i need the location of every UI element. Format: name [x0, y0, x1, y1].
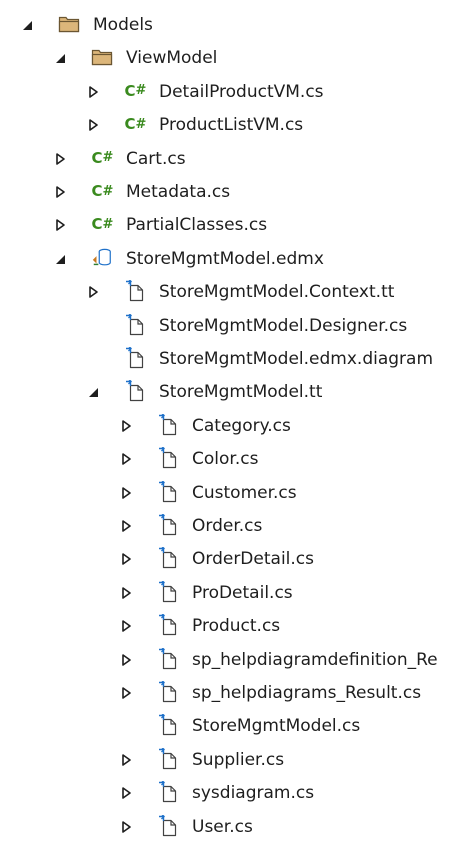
- collapsed-chevron-icon[interactable]: [119, 452, 133, 466]
- tree-item-label: Product.cs: [192, 616, 281, 637]
- tree-item[interactable]: Category.cs: [0, 409, 469, 442]
- tree-item-label: StoreMgmtModel.tt: [159, 382, 323, 403]
- solution-explorer-tree: Models ViewModel C # DetailProductVM.cs C # Pro…: [0, 0, 469, 844]
- tree-item-label: Cart.cs: [126, 148, 186, 169]
- collapsed-chevron-icon[interactable]: [86, 285, 100, 299]
- tree-item[interactable]: ProDetail.cs: [0, 576, 469, 609]
- tree-item[interactable]: StoreMgmtModel.edmx: [0, 242, 469, 275]
- csharp-file-icon: C #: [91, 182, 114, 200]
- tree-item-label: Category.cs: [192, 415, 291, 436]
- generated-file-icon: [157, 580, 179, 602]
- collapsed-chevron-icon[interactable]: [53, 152, 67, 166]
- expanded-chevron-icon[interactable]: [53, 51, 67, 65]
- tree-item[interactable]: Supplier.cs: [0, 743, 469, 776]
- tree-item[interactable]: sp_helpdiagrams_Result.cs: [0, 676, 469, 709]
- tree-item[interactable]: C # DetailProductVM.cs: [0, 75, 469, 108]
- generated-file-icon: [124, 280, 146, 302]
- tree-item-label: ViewModel: [126, 48, 218, 69]
- tree-item[interactable]: sp_helpdiagramdefinition_Re: [0, 643, 469, 676]
- csharp-file-icon: C #: [124, 81, 147, 100]
- collapsed-chevron-icon[interactable]: [53, 185, 67, 199]
- tree-item-label: PartialClasses.cs: [126, 215, 268, 236]
- edmx-database-icon: [91, 248, 113, 268]
- collapsed-chevron-icon[interactable]: [119, 486, 133, 500]
- collapsed-chevron-icon[interactable]: [119, 653, 133, 667]
- tree-item-label: Customer.cs: [192, 482, 297, 503]
- generated-file-icon: [157, 747, 179, 769]
- tree-item-label: Metadata.cs: [126, 182, 231, 202]
- expanded-chevron-icon[interactable]: [20, 18, 34, 32]
- tree-item[interactable]: Color.cs: [0, 442, 469, 475]
- tree-item-label: StoreMgmtModel.edmx.diagram: [159, 349, 434, 369]
- csharp-file-icon: C #: [91, 148, 114, 167]
- collapsed-chevron-icon[interactable]: [119, 753, 133, 767]
- tree-item[interactable]: Product.cs: [0, 609, 469, 642]
- tree-item[interactable]: StoreMgmtModel.tt: [0, 375, 469, 408]
- tree-item-label: sysdiagram.cs: [192, 783, 315, 804]
- tree-item-label: StoreMgmtModel.cs: [192, 716, 361, 737]
- tree-item-label: ProDetail.cs: [192, 582, 293, 603]
- collapsed-chevron-icon[interactable]: [119, 552, 133, 566]
- csharp-file-icon: C #: [91, 215, 114, 234]
- generated-file-icon: [157, 514, 179, 536]
- tree-item[interactable]: C # PartialClasses.cs: [0, 208, 469, 241]
- tree-item-label: StoreMgmtModel.edmx: [126, 248, 324, 269]
- generated-file-icon: [157, 647, 179, 669]
- collapsed-chevron-icon[interactable]: [86, 85, 100, 99]
- tree-item[interactable]: C # Metadata.cs: [0, 175, 469, 208]
- tree-item[interactable]: ViewModel: [0, 41, 469, 74]
- generated-file-icon: [157, 447, 179, 469]
- generated-file-icon: [157, 413, 179, 435]
- tree-item[interactable]: C # ProductListVM.cs: [0, 108, 469, 141]
- tree-item[interactable]: Customer.cs: [0, 476, 469, 509]
- collapsed-chevron-icon[interactable]: [119, 820, 133, 834]
- tree-item-label: Supplier.cs: [192, 749, 285, 770]
- tree-item-label: User.cs: [192, 816, 253, 837]
- tree-item-label: DetailProductVM.cs: [159, 81, 324, 102]
- tree-item-label: ProductListVM.cs: [159, 115, 304, 136]
- generated-file-icon: [157, 781, 179, 803]
- tree-item[interactable]: OrderDetail.cs: [0, 542, 469, 575]
- expanded-chevron-icon[interactable]: [86, 385, 100, 399]
- tree-item-label: sp_helpdiagramdefinition_Re: [192, 649, 438, 670]
- tree-item-label: Order.cs: [192, 516, 263, 536]
- generated-file-icon: [124, 347, 146, 369]
- generated-file-icon: [157, 614, 179, 636]
- tree-item[interactable]: sysdiagram.cs: [0, 776, 469, 809]
- generated-file-icon: [124, 313, 146, 335]
- collapsed-chevron-icon[interactable]: [86, 118, 100, 132]
- tree-item-label: OrderDetail.cs: [192, 549, 314, 570]
- collapsed-chevron-icon[interactable]: [53, 218, 67, 232]
- tree-item-label: Models: [93, 15, 153, 35]
- tree-item[interactable]: StoreMgmtModel.edmx.diagram: [0, 342, 469, 375]
- tree-item[interactable]: Models: [0, 8, 469, 41]
- generated-file-icon: [157, 814, 179, 836]
- generated-file-icon: [157, 714, 179, 736]
- csharp-file-icon: C #: [124, 115, 147, 134]
- tree-item[interactable]: C # Cart.cs: [0, 142, 469, 175]
- generated-file-icon: [157, 480, 179, 502]
- collapsed-chevron-icon[interactable]: [119, 786, 133, 800]
- folder-icon: [58, 14, 80, 34]
- tree-item-label: sp_helpdiagrams_Result.cs: [192, 683, 422, 703]
- tree-item-label: Color.cs: [192, 449, 259, 470]
- tree-item-label: StoreMgmtModel.Context.tt: [159, 282, 395, 303]
- generated-file-icon: [157, 547, 179, 569]
- tree-item[interactable]: User.cs: [0, 810, 469, 843]
- collapsed-chevron-icon[interactable]: [119, 619, 133, 633]
- collapsed-chevron-icon[interactable]: [119, 686, 133, 700]
- tree-item-label: StoreMgmtModel.Designer.cs: [159, 315, 408, 336]
- generated-file-icon: [157, 681, 179, 703]
- tree-item[interactable]: Order.cs: [0, 509, 469, 542]
- folder-icon: [91, 47, 113, 67]
- tree-item[interactable]: StoreMgmtModel.Context.tt: [0, 275, 469, 308]
- collapsed-chevron-icon[interactable]: [119, 586, 133, 600]
- collapsed-chevron-icon[interactable]: [119, 519, 133, 533]
- tree-item[interactable]: StoreMgmtModel.cs: [0, 709, 469, 742]
- collapsed-chevron-icon[interactable]: [119, 419, 133, 433]
- tree-item[interactable]: StoreMgmtModel.Designer.cs: [0, 309, 469, 342]
- generated-file-icon: [124, 380, 146, 402]
- expanded-chevron-icon[interactable]: [53, 252, 67, 266]
